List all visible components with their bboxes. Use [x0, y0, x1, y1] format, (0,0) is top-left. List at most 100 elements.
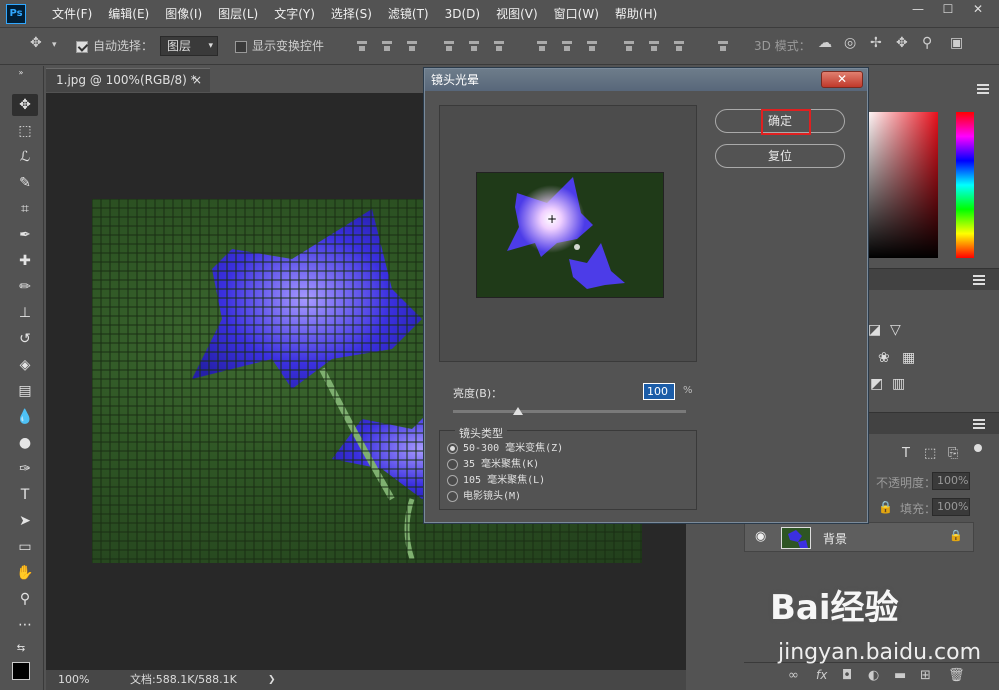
foreground-color-swatch[interactable] — [12, 662, 30, 680]
chevron-down-icon[interactable]: ▾ — [52, 40, 57, 50]
zoom-tool-icon[interactable]: ⚲ — [12, 588, 38, 610]
folder-icon[interactable]: ▬ — [894, 668, 906, 683]
distribute-hcenter-icon[interactable] — [647, 39, 661, 53]
show-transform-checkbox[interactable] — [235, 40, 247, 53]
trash-icon[interactable]: 🗑 — [948, 668, 965, 683]
distribute-bottom-icon[interactable] — [585, 39, 599, 53]
pen-tool-icon[interactable]: ✑ — [12, 458, 38, 480]
distribute-top-icon[interactable] — [535, 39, 549, 53]
brush-tool-icon[interactable]: ✏ — [12, 276, 38, 298]
orbit-3d-icon[interactable]: ☁ — [818, 35, 832, 51]
layer-row-background[interactable]: ◉ 背景 🔒 — [744, 522, 974, 552]
path-select-tool-icon[interactable]: ➤ — [12, 510, 38, 532]
eye-icon[interactable]: ◉ — [755, 529, 766, 544]
eraser-tool-icon[interactable]: ◈ — [12, 354, 38, 376]
panel-menu-icon[interactable] — [973, 419, 985, 429]
menu-window[interactable]: 窗口(W) — [546, 0, 607, 28]
dodge-tool-icon[interactable]: ● — [12, 432, 38, 454]
levels-icon[interactable]: ◪ — [868, 322, 881, 338]
lock-icon[interactable]: 🔒 — [878, 500, 893, 514]
link-icon[interactable]: ∞ — [788, 668, 799, 683]
roll-3d-icon[interactable]: ◎ — [844, 35, 856, 51]
filter-toggle-icon[interactable] — [974, 444, 982, 452]
stamp-tool-icon[interactable]: ⊥ — [12, 302, 38, 324]
menu-type[interactable]: 文字(Y) — [266, 0, 323, 28]
panel-menu-icon[interactable] — [973, 275, 985, 285]
gradient-map-icon[interactable]: ▥ — [892, 376, 905, 392]
workspace-icon[interactable]: ▣ — [950, 35, 963, 51]
opacity-input[interactable]: 100% — [932, 472, 970, 490]
radio-icon[interactable] — [447, 474, 458, 486]
show-transform-option[interactable]: 显示变换控件 — [235, 37, 324, 54]
adjustment-icon[interactable]: ◐ — [868, 668, 879, 683]
align-hcenter-icon[interactable] — [467, 39, 481, 53]
zoom-level[interactable]: 100% — [58, 670, 89, 690]
brightness-slider-track[interactable] — [453, 410, 686, 413]
crop-tool-icon[interactable]: ⌗ — [12, 198, 38, 220]
menu-3d[interactable]: 3D(D) — [437, 0, 488, 28]
history-brush-tool-icon[interactable]: ↺ — [12, 328, 38, 350]
move-tool-icon[interactable]: ✥ — [12, 94, 38, 116]
distribute-left-icon[interactable] — [622, 39, 636, 53]
menu-image[interactable]: 图像(I) — [157, 0, 210, 28]
menu-file[interactable]: 文件(F) — [44, 0, 100, 28]
triangle-icon[interactable]: ▽ — [890, 322, 901, 338]
menu-edit[interactable]: 编辑(E) — [100, 0, 157, 28]
menu-layer[interactable]: 图层(L) — [210, 0, 266, 28]
slide-3d-icon[interactable]: ✥ — [896, 35, 908, 51]
color-picker-field[interactable] — [866, 112, 938, 258]
mask-icon[interactable]: ◘ — [842, 668, 852, 683]
hue-slider[interactable] — [956, 112, 974, 258]
radio-selected-icon[interactable] — [447, 442, 458, 454]
quick-select-tool-icon[interactable]: ✎ — [12, 172, 38, 194]
restore-button[interactable]: ☐ — [933, 0, 963, 20]
lens-option-movie[interactable]: 电影镜头(M) — [447, 489, 521, 505]
threshold-icon[interactable]: ◩ — [870, 376, 883, 392]
lens-option-105mm[interactable]: 105 毫米聚焦(L) — [447, 473, 545, 489]
align-left-icon[interactable] — [442, 39, 456, 53]
status-arrow-icon[interactable]: ❯ — [268, 670, 276, 690]
dialog-close-button[interactable]: ✕ — [821, 71, 863, 88]
dialog-title-bar[interactable]: 镜头光晕 ✕ — [425, 69, 867, 91]
radio-icon[interactable] — [447, 458, 458, 470]
layer-select-dropdown[interactable]: 图层 ▾ — [160, 36, 218, 56]
smart-object-filter-icon[interactable]: ⎘ — [948, 446, 958, 461]
auto-align-icon[interactable] — [716, 39, 730, 53]
blur-tool-icon[interactable]: 💧 — [12, 406, 38, 428]
auto-select-checkbox[interactable] — [76, 40, 88, 53]
menu-select[interactable]: 选择(S) — [323, 0, 380, 28]
search-icon[interactable]: ⚲ — [922, 35, 932, 51]
brightness-slider-thumb[interactable] — [513, 407, 524, 415]
lens-option-zoom[interactable]: 50-300 毫米变焦(Z) — [447, 441, 563, 457]
type-tool-icon[interactable]: T — [12, 484, 38, 506]
minimize-button[interactable]: — — [903, 0, 933, 20]
align-right-icon[interactable] — [492, 39, 506, 53]
move-tool-icon[interactable]: ✥ — [30, 35, 42, 51]
rectangle-tool-icon[interactable]: ▭ — [12, 536, 38, 558]
reset-button[interactable]: 复位 — [715, 144, 845, 168]
hand-tool-icon[interactable]: ✋ — [12, 562, 38, 584]
menu-filter[interactable]: 滤镜(T) — [380, 0, 437, 28]
close-button[interactable]: ✕ — [963, 0, 993, 20]
eyedropper-tool-icon[interactable]: ✒ — [12, 224, 38, 246]
shape-filter-icon[interactable]: ⬚ — [924, 446, 936, 461]
lens-option-35mm[interactable]: 35 毫米聚焦(K) — [447, 457, 539, 473]
layer-name[interactable]: 背景 — [823, 530, 847, 547]
new-layer-icon[interactable]: ⊞ — [920, 668, 931, 683]
distribute-vcenter-icon[interactable] — [560, 39, 574, 53]
radio-icon[interactable] — [447, 490, 458, 502]
menu-view[interactable]: 视图(V) — [488, 0, 546, 28]
fx-icon[interactable]: fx — [816, 668, 827, 682]
document-tab[interactable]: 1.jpg @ 100%(RGB/8) * × — [46, 68, 210, 92]
menu-help[interactable]: 帮助(H) — [607, 0, 665, 28]
swap-colors-icon[interactable]: ⇆ — [8, 638, 34, 660]
grid-icon[interactable]: ▦ — [902, 350, 915, 366]
preview-image[interactable]: + — [476, 172, 664, 298]
close-icon[interactable]: × — [192, 69, 202, 91]
align-vcenter-icon[interactable] — [380, 39, 394, 53]
collapse-icon[interactable]: » — [8, 68, 34, 78]
marquee-tool-icon[interactable]: ⬚ — [12, 120, 38, 142]
more-tools-icon[interactable]: ⋯ — [12, 614, 38, 636]
lasso-tool-icon[interactable]: ℒ — [12, 146, 38, 168]
align-top-icon[interactable] — [355, 39, 369, 53]
